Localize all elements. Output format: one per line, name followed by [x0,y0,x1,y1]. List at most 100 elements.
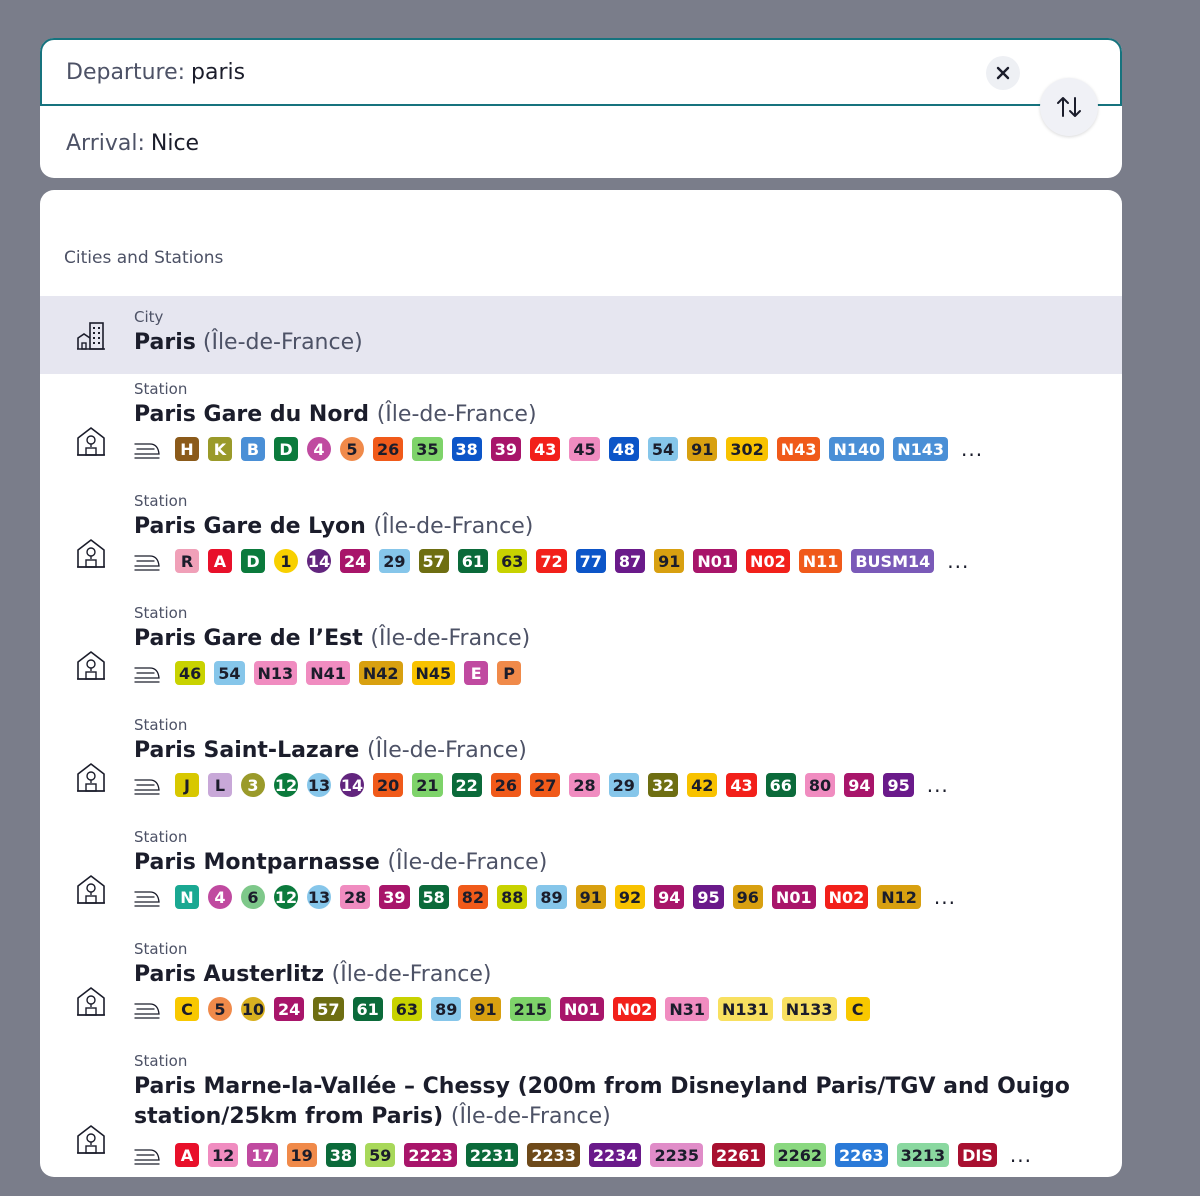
line-badge: 61 [352,997,383,1021]
station-name: Paris Austerlitz (Île-de-France) [134,962,492,987]
station-icon [77,539,105,568]
line-badge: 46 [175,661,206,685]
train-icon [134,891,160,907]
line-badge: 10 [241,997,265,1021]
line-badge: R [175,549,199,573]
line-badge: 12 [274,773,298,797]
station-lines: H K B D 4 5 26 35 38 39 43 45 48 54 91 302 N43 N140 N143..… [134,436,983,462]
line-badge: N [175,885,199,909]
line-badge: N01 [771,885,816,909]
station-name-text: station/25km from Paris) [134,1104,451,1129]
line-badge: 59 [365,1143,396,1167]
station-region: (Île-de-France) [376,402,537,427]
line-badge: N43 [776,437,821,461]
swap-button[interactable] [1040,78,1098,136]
result-station[interactable]: Station Paris Austerlitz (Île-de-France) C… [40,940,1122,1050]
station-name: Paris Gare de Lyon (Île-de-France) [134,514,533,539]
line-badge: 48 [608,437,639,461]
line-badge: 82 [457,885,489,909]
station-icon [77,763,105,792]
result-station[interactable]: Station Paris Saint-Lazare (Île-de-France… [40,716,1122,826]
line-badge: 13 [307,885,331,909]
more-lines-indicator[interactable]: ... [961,437,983,461]
more-lines-indicator[interactable]: ... [927,773,949,797]
departure-input[interactable]: paris [191,60,245,85]
line-badge: 4 [208,885,232,909]
line-badge: BUSM14 [851,549,935,573]
result-station[interactable]: Station Paris Montparnasse (Île-de-France… [40,828,1122,938]
more-lines-indicator[interactable]: ... [947,549,969,573]
line-badge: N140 [829,437,885,461]
line-badge: 63 [391,997,423,1021]
line-badge: N13 [253,661,298,685]
line-badge: 95 [693,885,724,909]
line-badge: 38 [451,437,482,461]
station-lines: A 12 17 19 38 59 2223 2231 2233 2234 2235 2261 2262 2… [134,1142,1032,1168]
result-station[interactable]: Station Paris Gare de l’Est (Île-de-Franc… [40,604,1122,714]
line-badge: 89 [431,997,462,1021]
result-station[interactable]: Station Paris Marne-la-Vallée – Chessy (2… [40,1052,1122,1177]
train-icon [134,779,160,795]
line-badge: 91 [470,997,501,1021]
station-name: Paris Marne-la-Vallée – Chessy (200m fro… [134,1074,1070,1099]
line-badge: 13 [307,773,331,797]
result-city-paris[interactable]: City Paris (Île-de-France) [40,296,1122,374]
train-icon [134,1003,160,1019]
arrival-input[interactable]: Nice [151,131,199,156]
line-badge: 80 [804,773,836,797]
result-type: Station [134,1052,188,1070]
station-name: Paris Montparnasse (Île-de-France) [134,850,547,875]
line-badge: 57 [418,549,449,573]
station-name-line2: station/25km from Paris) (Île-de-France) [134,1104,611,1129]
line-badge: 3213 [896,1143,950,1167]
line-badge: 2231 [465,1143,519,1167]
result-name: Paris (Île-de-France) [134,330,363,355]
more-lines-indicator[interactable]: ... [1010,1143,1032,1167]
result-type: Station [134,492,188,510]
line-badge: 19 [286,1143,317,1167]
search-card: Departure: paris Arrival: Nice [40,38,1122,178]
station-lines: 46 54 N13 N41 N42 N45 E P [134,660,522,686]
line-badge: 57 [313,997,344,1021]
line-badge: 91 [575,885,606,909]
line-badge: 12 [208,1143,239,1167]
station-region: (Île-de-France) [367,738,527,763]
line-badge: 24 [274,997,305,1021]
arrival-field[interactable]: Arrival: Nice [40,110,1122,176]
train-icon [134,1149,160,1165]
line-badge: D [274,437,298,461]
station-region: (Île-de-France) [370,626,531,651]
line-badge: 92 [614,885,646,909]
station-name: Paris Gare du Nord (Île-de-France) [134,402,537,427]
departure-field[interactable]: Departure: paris [40,38,1122,106]
result-station[interactable]: Station Paris Gare du Nord (Île-de-France… [40,380,1122,490]
line-badge: 1 [274,549,298,573]
close-icon [996,66,1010,80]
line-badge: N41 [306,661,350,685]
line-badge: 95 [883,773,914,797]
result-type: Station [134,940,188,958]
line-badge: B [241,437,265,461]
line-badge: 6 [241,885,265,909]
clear-departure-button[interactable] [986,56,1020,90]
result-type: City [134,308,164,326]
line-badge: P [497,661,522,685]
line-badge: 2262 [773,1143,827,1167]
line-badge: D [241,549,265,573]
more-lines-indicator[interactable]: ... [934,885,956,909]
result-type: Station [134,380,188,398]
station-lines: C 5 10 24 57 61 63 89 91 215 N01 N02 N31 N131 N133 C [134,996,870,1022]
line-badge: DIS [958,1143,997,1167]
station-name-text: Paris Gare de Lyon [134,514,374,539]
station-name-text: Paris Gare de l’Est [134,626,371,651]
line-badge: 2261 [711,1143,765,1167]
line-badge: 94 [844,773,875,797]
line-badge: 91 [654,549,685,573]
line-badge: 28 [569,773,600,797]
line-badge: 35 [412,437,443,461]
station-lines: R A D 1 14 24 29 57 61 63 72 77 87 91 N01 N02 N11 BUSM14.… [134,548,969,574]
line-badge: 17 [247,1143,278,1167]
line-badge: 21 [412,773,443,797]
result-station[interactable]: Station Paris Gare de Lyon (Île-de-France… [40,492,1122,602]
line-badge: N12 [877,885,921,909]
